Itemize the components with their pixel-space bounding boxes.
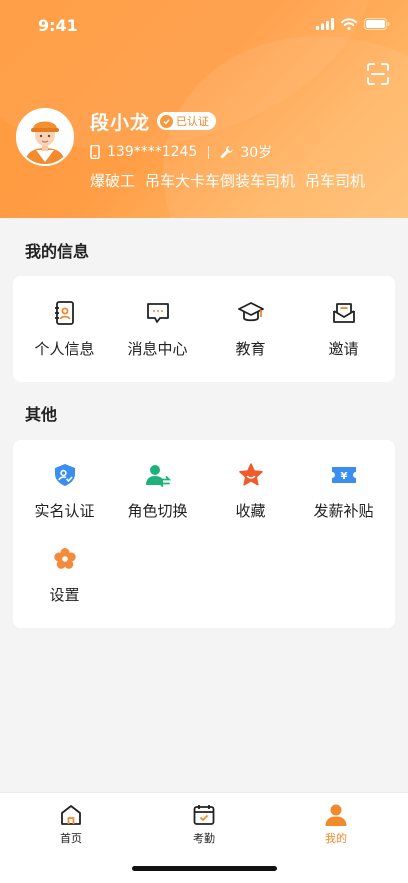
menu-item-personal-info[interactable]: 个人信息 [17,298,112,359]
menu-item-label: 收藏 [235,502,266,520]
tab-label: 我的 [325,832,347,845]
subsidy-ticket-icon: ¥ [329,460,359,490]
job-tag: 吊车大卡车倒装车司机 [145,172,296,190]
scan-icon [367,63,389,85]
menu-item-label: 发薪补贴 [313,502,374,520]
user-name: 段小龙 [90,112,151,134]
menu-item-message-center[interactable]: 消息中心 [110,298,205,359]
menu-item-salary-subsidy[interactable]: ¥ 发薪补贴 [296,460,391,521]
menu-item-label: 实名认证 [34,502,95,520]
menu-item-label: 角色切换 [127,502,188,520]
menu-item-education[interactable]: 教育 [203,298,298,359]
calendar-check-icon [193,805,215,825]
home-icon [61,805,81,825]
other-card: 实名认证 角色切换 收藏 ¥ 发薪补贴 设置 [13,440,395,628]
menu-item-label: 教育 [235,340,266,358]
job-tags: 爆破工 吊车大卡车倒装车司机 吊车司机 [90,170,365,191]
menu-item-label: 消息中心 [127,340,188,358]
menu-item-role-switch[interactable]: 角色切换 [110,460,205,521]
tab-home[interactable]: 首页 [31,803,111,846]
tab-label: 首页 [60,832,82,845]
menu-item-label: 邀请 [328,340,359,358]
verified-icon [160,114,173,128]
scan-button[interactable] [366,62,390,86]
role-switch-icon [143,460,173,490]
message-bubble-icon [143,298,173,328]
battery-icon [364,18,390,30]
my-info-title: 我的信息 [25,242,90,261]
phone-icon [90,145,100,159]
my-info-card: 个人信息 消息中心 教育 邀请 [13,276,395,382]
menu-item-label: 设置 [49,586,80,604]
signal-icon [316,18,334,30]
person-icon [325,804,347,826]
status-icons [316,18,390,30]
tab-attendance[interactable]: 考勤 [164,803,244,846]
verified-label: 已认证 [176,115,209,128]
profile-info-row: 139****1245 30岁 [90,142,272,162]
star-icon [236,460,266,490]
menu-item-settings[interactable]: 设置 [17,544,112,605]
worker-avatar-icon [18,110,72,164]
settings-flower-icon [50,544,80,574]
invitation-envelope-icon [329,298,359,328]
info-divider [208,145,210,159]
job-tag: 吊车司机 [305,172,366,190]
wrench-icon [221,146,234,159]
job-tag: 爆破工 [90,172,136,190]
graduation-cap-icon [236,298,266,328]
tab-mine[interactable]: 我的 [296,803,376,846]
shield-verify-icon [50,460,80,490]
status-time: 9:41 [38,16,78,35]
menu-item-real-name-verify[interactable]: 实名认证 [17,460,112,521]
avatar[interactable] [16,108,74,166]
menu-item-favorites[interactable]: 收藏 [203,460,298,521]
tab-label: 考勤 [193,832,215,845]
menu-item-label: 个人信息 [34,340,95,358]
home-indicator [132,866,277,871]
other-title: 其他 [25,405,58,424]
wifi-icon [341,18,357,30]
status-bar: 9:41 [0,0,408,52]
svg-text:¥: ¥ [340,471,347,482]
menu-item-invite[interactable]: 邀请 [296,298,391,359]
phone-number: 139****1245 [107,144,198,160]
contact-card-icon [50,298,80,328]
age: 30岁 [240,145,273,161]
verified-badge: 已认证 [157,112,216,130]
